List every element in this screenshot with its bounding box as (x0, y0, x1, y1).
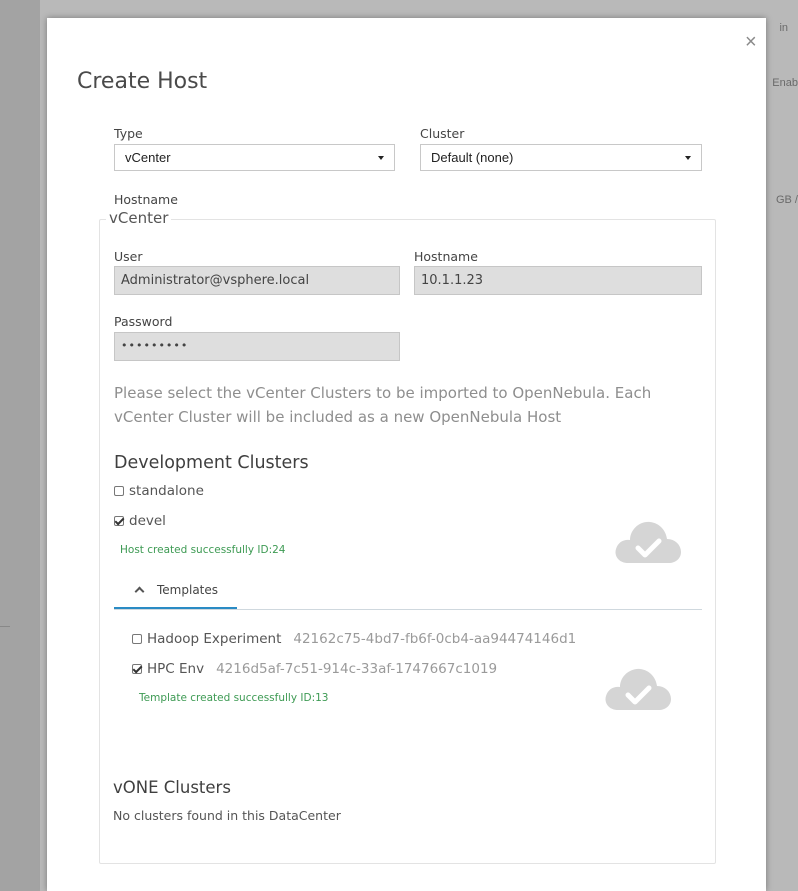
background-text-fragment: GB / (775, 194, 798, 206)
checkbox-unchecked[interactable] (132, 634, 142, 644)
datacenter-title: vONE Clusters (113, 778, 231, 797)
template-uuid: 42162c75-4bd7-fb6f-0cb4-aa94474146d1 (293, 631, 577, 647)
close-icon[interactable]: × (745, 32, 757, 52)
checkbox-unchecked[interactable] (114, 486, 124, 496)
caret-down-icon (685, 156, 691, 160)
cluster-checkbox-standalone[interactable]: standalone (114, 483, 204, 499)
caret-down-icon (378, 156, 384, 160)
background-text-fragment: Enab (772, 77, 798, 89)
tab-templates[interactable]: Templates (114, 578, 237, 610)
tab-divider (114, 609, 702, 610)
host-success-message: Host created successfully ID:24 (120, 544, 286, 556)
template-name: Hadoop Experiment (147, 631, 282, 647)
dialog-title: Create Host (77, 69, 208, 94)
template-checkbox-hpc[interactable]: HPC Env 4216d5af-7c51-914c-33af-1747667c… (132, 661, 497, 677)
cluster-label: Cluster (420, 126, 465, 141)
template-uuid: 4216d5af-7c51-914c-33af-1747667c1019 (216, 661, 498, 677)
cluster-name: devel (129, 513, 166, 529)
template-success-message: Template created successfully ID:13 (139, 692, 329, 704)
type-select-value: vCenter (125, 150, 171, 165)
chevron-up-icon (134, 586, 145, 597)
cluster-name: standalone (129, 483, 204, 499)
cloud-check-icon (605, 668, 671, 710)
import-info-text: Please select the vCenter Clusters to be… (114, 384, 652, 426)
template-checkbox-hadoop[interactable]: Hadoop Experiment 42162c75-4bd7-fb6f-0cb… (132, 631, 576, 647)
password-input[interactable]: ••••••••• (114, 332, 400, 361)
cluster-checkbox-devel[interactable]: devel (114, 513, 166, 529)
vcenter-legend: vCenter (106, 209, 172, 227)
background-divider (0, 626, 10, 627)
cloud-check-icon (615, 521, 681, 563)
type-label: Type (114, 126, 143, 141)
checkbox-checked[interactable] (114, 516, 124, 526)
user-input[interactable]: Administrator@vsphere.local (114, 266, 400, 295)
vcenter-hostname-input[interactable]: 10.1.1.23 (414, 266, 702, 295)
type-select[interactable]: vCenter (114, 144, 395, 171)
password-label: Password (114, 314, 173, 329)
hostname-label: Hostname (114, 192, 178, 207)
no-clusters-message: No clusters found in this DataCenter (113, 808, 341, 823)
template-name: HPC Env (147, 661, 205, 677)
cluster-select[interactable]: Default (none) (420, 144, 702, 171)
user-label: User (114, 249, 143, 264)
tab-templates-label: Templates (157, 583, 219, 597)
cluster-select-value: Default (none) (431, 150, 514, 165)
datacenter-title: Development Clusters (114, 453, 309, 473)
checkbox-checked[interactable] (132, 664, 142, 674)
vcenter-hostname-label: Hostname (414, 249, 478, 264)
background-text-fragment: in (779, 22, 788, 34)
